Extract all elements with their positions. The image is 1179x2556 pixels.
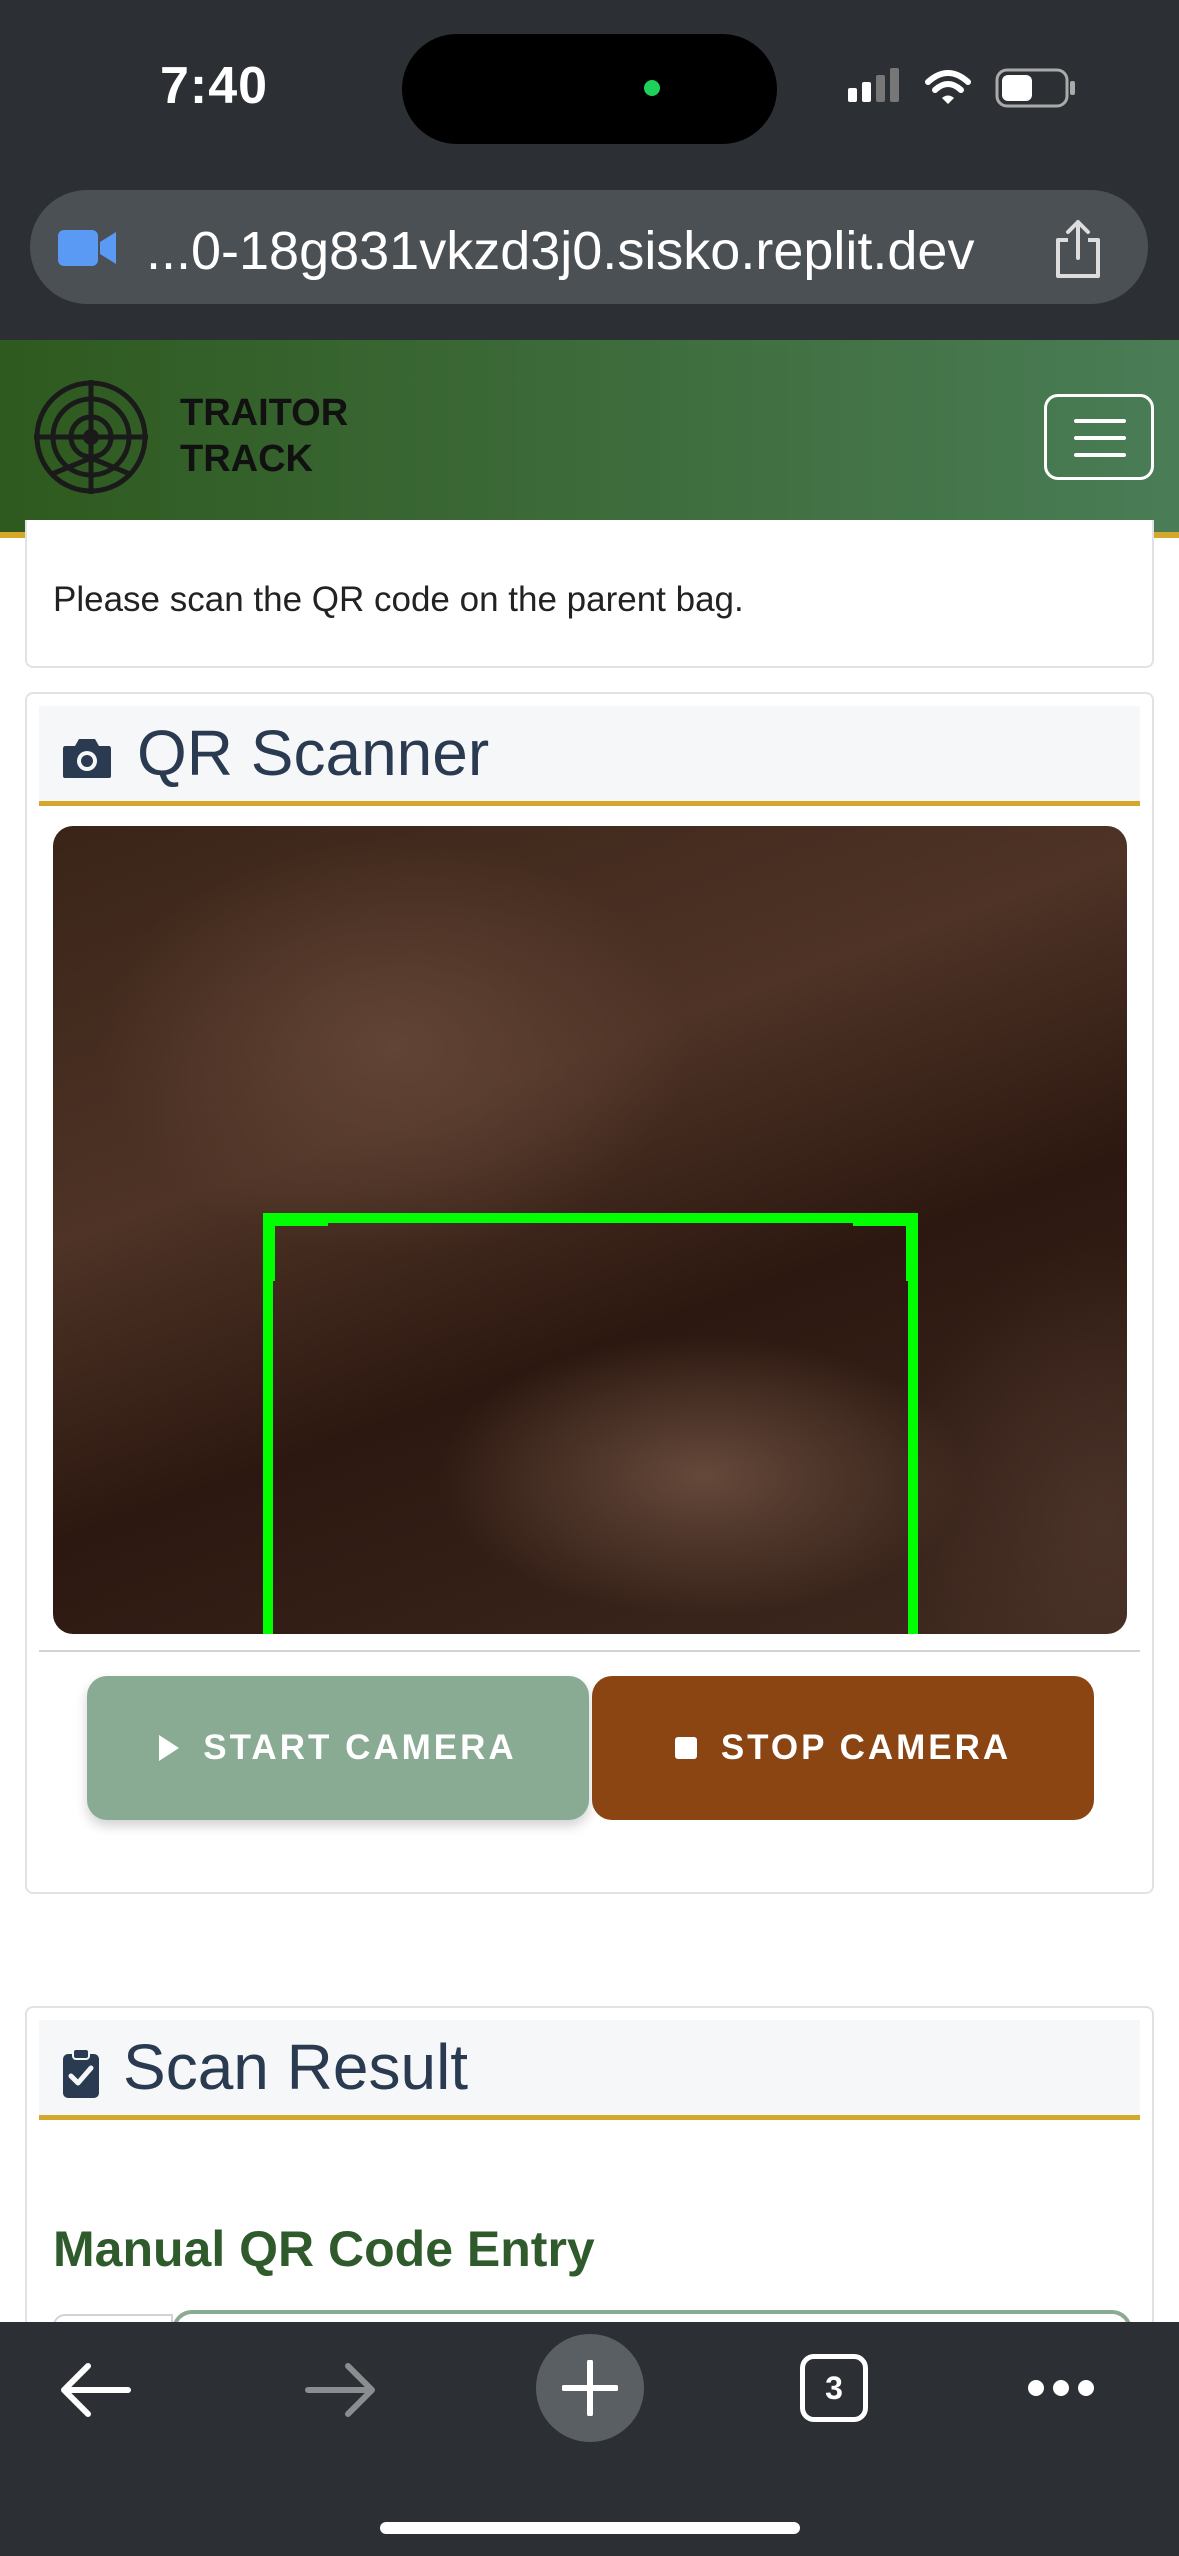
menu-line [1074,453,1126,457]
status-time: 7:40 [160,57,269,115]
qr-scanner-header: QR Scanner [39,706,1140,806]
stop-icon [674,1737,697,1759]
battery-icon [995,68,1075,108]
signal-icon [848,68,899,102]
more-icon[interactable] [1026,2376,1096,2400]
share-icon[interactable] [1050,218,1106,280]
dynamic-island [402,34,777,144]
scan-result-header: Scan Result [39,2020,1140,2120]
new-tab-icon [562,2360,618,2416]
browser-toolbar: 3 [0,2322,1179,2556]
play-icon [159,1735,180,1761]
brand-name[interactable]: TRAITOR TRACK [180,390,348,482]
tabs-icon[interactable]: 3 [800,2354,868,2422]
stop-camera-label: STOP CAMERA [720,1728,1012,1767]
camera-icon [63,739,111,778]
new-tab-button[interactable] [536,2334,644,2442]
qr-scanner-card: QR Scanner START CAMERA STOP CAMERA [25,692,1154,1894]
scan-instruction-text: Please scan the QR code on the parent ba… [53,580,744,619]
scan-result-title: Scan Result [123,2031,469,2103]
camera-in-use-dot [644,80,660,96]
brand-line-1: TRAITOR [180,392,349,434]
qr-scanner-title: QR Scanner [137,717,490,789]
tab-count: 3 [825,2369,843,2406]
menu-line [1074,419,1126,423]
home-indicator [380,2522,800,2534]
url-text[interactable]: ...0-18g831vkzd3j0.sisko.replit.dev [146,220,974,282]
crosshair-logo-icon[interactable] [32,378,150,496]
stop-camera-button[interactable]: STOP CAMERA [592,1676,1094,1820]
status-bar: 7:40 [0,0,1179,180]
instruction-card: Please scan the QR code on the parent ba… [25,520,1154,668]
brand-line-2: TRACK [180,438,313,480]
forward-icon[interactable] [304,2360,378,2420]
scan-target-frame [263,1213,918,1634]
back-icon[interactable] [58,2360,132,2420]
menu-line [1074,436,1126,440]
start-camera-label: START CAMERA [203,1728,517,1767]
app-header: TRAITOR TRACK [0,340,1179,538]
browser-address-area: ...0-18g831vkzd3j0.sisko.replit.dev [0,180,1179,340]
camera-video-feed[interactable] [53,826,1127,1634]
manual-entry-title: Manual QR Code Entry [53,2221,595,2277]
wifi-icon [925,70,971,104]
camera-active-icon[interactable] [56,228,120,268]
start-camera-button[interactable]: START CAMERA [87,1676,589,1820]
clipboard-check-icon [63,2048,99,2098]
divider [39,1650,1140,1652]
menu-toggle-button[interactable] [1044,394,1154,480]
address-bar[interactable]: ...0-18g831vkzd3j0.sisko.replit.dev [30,190,1148,304]
